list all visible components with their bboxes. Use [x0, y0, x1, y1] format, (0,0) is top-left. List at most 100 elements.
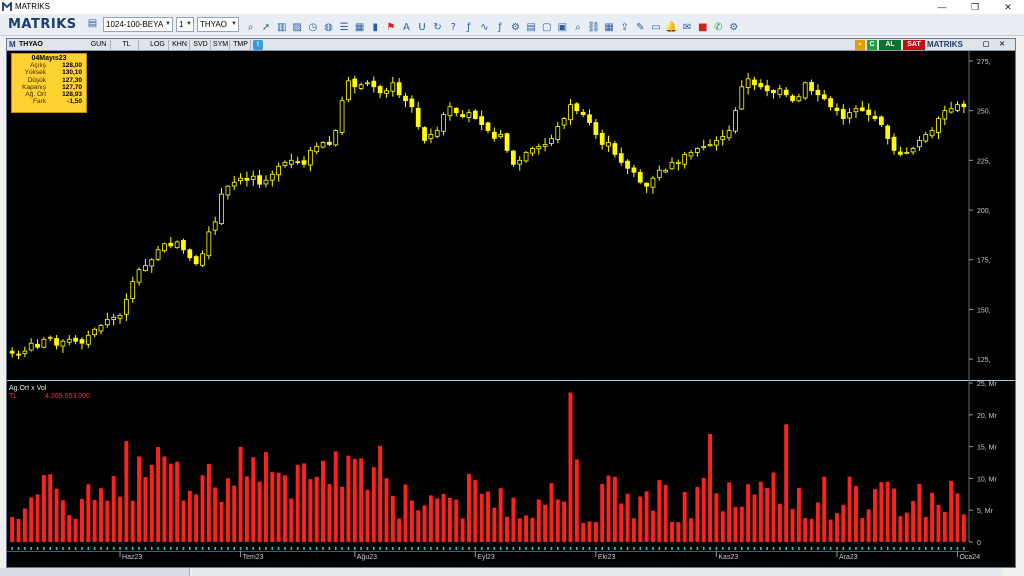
candle-body: [98, 324, 104, 332]
timeline-tick: [360, 547, 362, 550]
volume-bar: [435, 498, 440, 542]
close-button[interactable]: ✕: [988, 0, 1024, 14]
timeline-tick: [112, 547, 115, 550]
timeline-tick: [874, 547, 876, 550]
window-icon[interactable]: ▢: [540, 21, 553, 35]
settings-icon[interactable]: ⚙: [509, 21, 522, 35]
volume-bar: [708, 433, 713, 542]
timeline-tick: [537, 547, 540, 550]
timeline-tick: [829, 547, 832, 550]
timeline-tick: [322, 547, 324, 550]
horizontal-scrollbar[interactable]: [192, 568, 1002, 576]
zoom-icon[interactable]: ⌕: [571, 21, 584, 35]
volume-bar: [898, 516, 903, 542]
chart-area[interactable]: 275, 250, 225, 200, 175, 150, 125, 25, Mr 20, Mr…: [7, 39, 1015, 567]
candle-body: [466, 112, 472, 118]
help-icon[interactable]: ?: [447, 21, 460, 35]
calendar-icon[interactable]: ▤: [525, 21, 538, 35]
candle-body: [333, 130, 339, 146]
candle-body: [409, 98, 415, 108]
mail-icon[interactable]: ✉: [681, 21, 694, 35]
timeline-tick: [556, 547, 559, 550]
bell-icon[interactable]: 🔔: [665, 21, 678, 35]
timeline-tick: [392, 547, 394, 550]
book-icon[interactable]: ▮: [369, 21, 382, 35]
candle-body: [815, 89, 821, 96]
candle-body: [441, 114, 446, 132]
wave-icon[interactable]: ∿: [478, 21, 491, 35]
sheet-tab[interactable]: [0, 568, 190, 576]
candle-body: [16, 353, 21, 356]
candle-body: [136, 269, 142, 283]
candle-body: [929, 130, 935, 137]
timeline-tick: [290, 547, 293, 550]
candle-body: [263, 179, 269, 185]
candle-body: [891, 136, 897, 151]
search-icon[interactable]: ⌕: [244, 21, 257, 35]
candle-body: [694, 148, 700, 153]
alert-icon[interactable]: ⚑: [384, 21, 397, 35]
volume-bar: [517, 518, 522, 542]
fx-icon[interactable]: ƒ: [462, 21, 475, 35]
cursor-icon[interactable]: ➚: [260, 21, 273, 35]
timeline-tick: [328, 547, 331, 550]
timeline-tick: [734, 547, 737, 550]
grid-icon[interactable]: ▦: [603, 21, 616, 35]
volume-bar: [238, 446, 243, 542]
timeline-tick: [493, 547, 496, 550]
stop-icon[interactable]: ■: [696, 21, 709, 35]
pencil-icon[interactable]: ✎: [634, 21, 647, 35]
volume-bar: [746, 484, 751, 542]
symbol-select[interactable]: THYAO ▼: [197, 17, 239, 32]
volume-bar: [130, 500, 135, 542]
table-icon[interactable]: ▦: [353, 21, 366, 35]
timeline-tick: [417, 547, 420, 550]
candle-body: [35, 343, 40, 348]
candle-body: [79, 339, 85, 344]
gear-icon[interactable]: ⚙: [727, 21, 740, 35]
fx2-icon[interactable]: ƒ: [494, 21, 507, 35]
export-icon[interactable]: ⇪: [618, 21, 631, 35]
candle-body: [656, 169, 662, 178]
timeline-tick: [353, 547, 356, 550]
volume-bar: [270, 472, 275, 542]
screen-icon[interactable]: ▭: [649, 21, 662, 35]
redo-icon[interactable]: ↻: [431, 21, 444, 35]
globe-icon[interactable]: ◍: [322, 21, 335, 35]
timeline-tick: [525, 547, 527, 550]
candle-body: [155, 249, 161, 260]
bar-chart-icon[interactable]: ▥: [275, 21, 288, 35]
timeline-tick: [956, 547, 959, 550]
timeline-tick: [848, 547, 851, 550]
timeline-tick: [436, 547, 439, 550]
timeline-tick: [30, 547, 33, 550]
magnet-icon[interactable]: U: [416, 21, 429, 35]
volume-bar: [758, 481, 763, 542]
timeline-tick: [924, 547, 927, 550]
volume-bar: [308, 479, 313, 542]
chat-icon[interactable]: ✆: [712, 21, 725, 35]
layout-select[interactable]: 1024-100-BEYA ▼: [103, 17, 173, 32]
volume-bar: [162, 456, 167, 542]
timeline-tick: [131, 547, 134, 550]
candle-body: [288, 159, 294, 165]
picture-icon[interactable]: ▨: [291, 21, 304, 35]
month-label: Oca24: [959, 554, 980, 561]
font-icon[interactable]: A: [400, 21, 413, 35]
volume-bar: [378, 445, 383, 542]
count-select[interactable]: 1 ▼: [176, 17, 194, 32]
link-icon[interactable]: ⛓: [587, 21, 600, 35]
timeline-tick: [442, 547, 445, 550]
volume-tick-label: 5, Mr: [977, 508, 994, 515]
volume-bar: [54, 488, 59, 542]
list-icon[interactable]: ☰: [338, 21, 351, 35]
save-layout-icon[interactable]: ▤: [86, 17, 99, 31]
timeline-tick: [150, 547, 153, 550]
layout-icon[interactable]: ▣: [556, 21, 569, 35]
price-tick-label: 275,: [977, 59, 991, 66]
timeline-tick: [379, 547, 381, 550]
candle-body: [162, 243, 167, 252]
layout-select-value: 1024-100-BEYA: [106, 20, 164, 29]
clock-icon[interactable]: ◷: [306, 21, 319, 35]
volume-tick-label: 0: [977, 540, 981, 547]
